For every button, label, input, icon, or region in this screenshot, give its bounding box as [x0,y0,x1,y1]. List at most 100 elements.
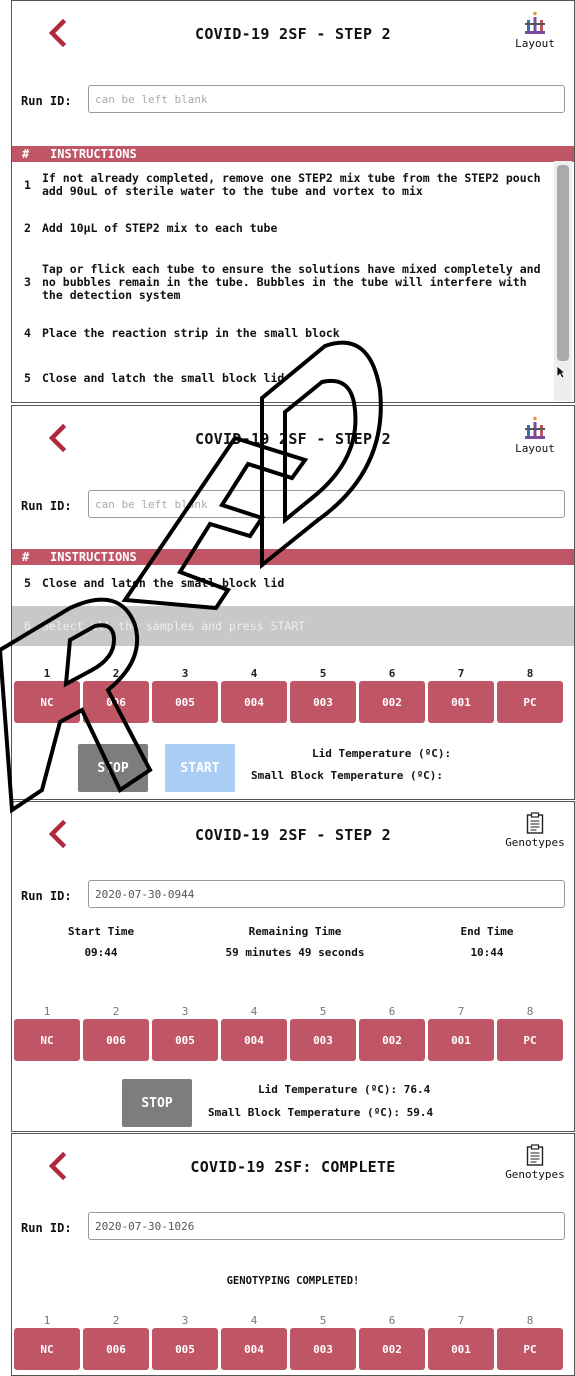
tube-strip: NC 006 005 004 003 002 001 PC [12,1019,574,1061]
run-id-input[interactable] [88,85,565,113]
tube-number: 3 [181,667,189,680]
layout-button[interactable]: Layout [502,11,568,50]
instructions-header-label: INSTRUCTIONS [50,147,137,161]
instruction-text: If not already completed, remove one STE… [42,171,541,198]
layout-button[interactable]: Layout [502,416,568,455]
run-id-label: Run ID: [21,94,72,108]
run-id-label: Run ID: [21,499,72,513]
tube-button[interactable]: 002 [359,1019,425,1061]
scrollbar-thumb[interactable] [557,165,569,361]
stop-button[interactable]: STOP [122,1079,192,1127]
instruction-row: 5 Close and latch the small block lid [12,364,552,392]
tube-number: 2 [112,1005,120,1018]
page-title: COVID-19 2SF - STEP 2 [195,430,391,448]
back-button[interactable] [44,820,72,848]
tube-button[interactable]: PC [497,1328,563,1370]
tube-button[interactable]: 003 [290,1019,356,1061]
tube-number: 8 [526,667,534,680]
tube-button[interactable]: PC [497,681,563,723]
run-id-label: Run ID: [21,889,72,903]
tube-button[interactable]: 005 [152,1328,218,1370]
instruction-number: 4 [24,325,31,340]
start-time-value: 09:44 [84,946,118,959]
chevron-left-icon [48,424,67,452]
start-button[interactable]: START [165,744,235,792]
tube-number: 1 [43,667,51,680]
tube-number: 4 [250,667,258,680]
tube-button[interactable]: 005 [152,681,218,723]
tube-button[interactable]: 001 [428,681,494,723]
tube-button[interactable]: PC [497,1019,563,1061]
back-button[interactable] [44,1152,72,1180]
instruction-row: 5 Close and latch the small block lid [12,567,574,599]
back-button[interactable] [44,424,72,452]
genotypes-label: Genotypes [505,836,565,849]
instruction-number: 5 [24,370,31,385]
instruction-text: Add 10µL of STEP2 mix to each tube [42,220,278,235]
instruction-number: 5 [24,575,31,590]
tube-button[interactable]: 004 [221,1328,287,1370]
end-time-label: End Time [460,925,514,938]
panel-step2-running: COVID-19 2SF - STEP 2 Genotypes Run ID: … [11,801,575,1132]
tube-button[interactable]: 003 [290,1328,356,1370]
run-id-input[interactable] [88,1212,565,1240]
instruction-number: 2 [24,220,31,235]
instruction-text: Select all the samples and press START [42,618,306,633]
layout-label: Layout [515,37,555,50]
layout-label: Layout [515,442,555,455]
genotypes-button[interactable]: Genotypes [499,1144,571,1181]
tube-number: 5 [319,1005,327,1018]
end-time: End Time 10:44 [402,925,572,959]
stop-button[interactable]: STOP [78,744,148,792]
instruction-row-current: 6 Select all the samples and press START [12,606,574,646]
lid-temperature: Lid Temperature (ºC): 76.4 [258,1083,431,1096]
instruction-number: 3 [24,274,31,289]
tube-number: 7 [457,1314,465,1327]
tube-button[interactable]: 006 [83,1019,149,1061]
run-id-label: Run ID: [21,1221,72,1235]
tube-number: 8 [526,1314,534,1327]
tube-button[interactable]: 002 [359,1328,425,1370]
chevron-left-icon [48,820,67,848]
back-button[interactable] [44,19,72,47]
block-temperature: Small Block Temperature (ºC): 59.4 [208,1106,434,1119]
start-time-label: Start Time [67,925,135,938]
instruction-text: Close and latch the small block lid [42,370,285,385]
run-id-input[interactable] [88,490,565,518]
test-tubes-icon [525,11,545,34]
instruction-text: Tap or flick each tube to ensure the sol… [42,261,541,302]
instruction-row: 2 Add 10µL of STEP2 mix to each tube [12,214,552,242]
run-id-input[interactable] [88,880,565,908]
tube-number: 3 [181,1314,189,1327]
tube-number: 5 [319,1314,327,1327]
instruction-row: 1 If not already completed, remove one S… [12,162,552,208]
tube-button[interactable]: 002 [359,681,425,723]
panel-step2-select: COVID-19 2SF - STEP 2 Layout Run ID: # IN… [11,405,575,800]
tube-button[interactable]: 004 [221,681,287,723]
panel-complete: COVID-19 2SF: COMPLETE Genotypes Run ID:… [11,1133,575,1376]
tube-button[interactable]: NC [14,681,80,723]
instruction-row: 4 Place the reaction strip in the small … [12,319,552,347]
genotypes-button[interactable]: Genotypes [499,812,571,849]
tube-button[interactable]: 005 [152,1019,218,1061]
tube-number: 1 [43,1005,51,1018]
tube-button[interactable]: 001 [428,1328,494,1370]
remaining-time-label: Remaining Time [248,925,342,938]
chevron-left-icon [48,19,67,47]
tube-number: 6 [388,1314,396,1327]
page-title: COVID-19 2SF - STEP 2 [195,25,391,43]
tube-number: 5 [319,667,327,680]
tube-number: 2 [112,1314,120,1327]
genotypes-label: Genotypes [505,1168,565,1181]
instruction-number: 1 [24,177,31,192]
tube-button[interactable]: 004 [221,1019,287,1061]
tube-button[interactable]: NC [14,1328,80,1370]
start-time: Start Time 09:44 [16,925,186,959]
tube-button[interactable]: NC [14,1019,80,1061]
instruction-row: 3 Tap or flick each tube to ensure the s… [12,256,552,308]
tube-button[interactable]: 001 [428,1019,494,1061]
tube-button[interactable]: 006 [83,681,149,723]
tube-button[interactable]: 003 [290,681,356,723]
tube-button[interactable]: 006 [83,1328,149,1370]
clipboard-icon [526,812,544,834]
